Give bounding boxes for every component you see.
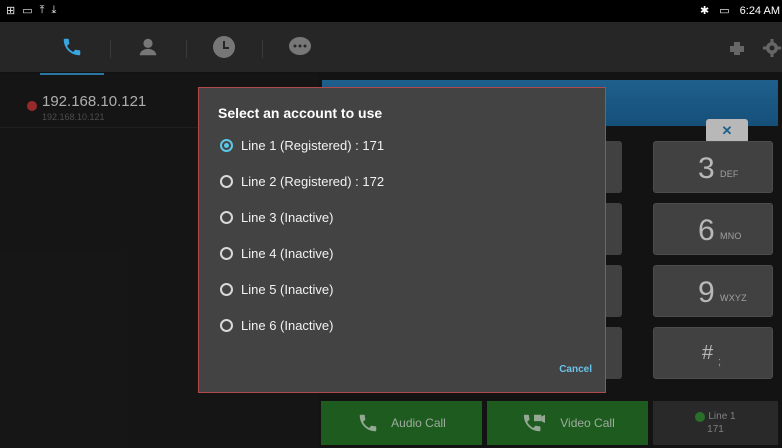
- cancel-button[interactable]: Cancel: [559, 364, 592, 375]
- chat-icon: [289, 37, 311, 55]
- radio-unchecked[interactable]: [220, 174, 233, 188]
- dialog-title: Select an account to use: [218, 105, 383, 121]
- tab-separator: [110, 40, 111, 58]
- tab-contacts[interactable]: [112, 22, 184, 72]
- account-option-line-5[interactable]: Line 5 (Inactive): [220, 279, 334, 299]
- upload-icon: ⤒: [39, 4, 45, 16]
- download-icon: ⤓: [51, 4, 57, 16]
- status-bar: ⊞ ▭ ⤒ ⤓ ✱ ▭ 6:24 AM: [0, 0, 782, 22]
- screenshot-icon: ▭: [22, 5, 33, 17]
- account-option-label: Line 6 (Inactive): [241, 317, 334, 333]
- account-option-line-1[interactable]: Line 1 (Registered) : 171: [220, 135, 384, 155]
- history-icon: [213, 36, 235, 58]
- account-option-label: Line 3 (Inactive): [241, 209, 334, 225]
- account-option-label: Line 2 (Registered) : 172: [241, 173, 385, 189]
- radio-unchecked[interactable]: [220, 210, 233, 224]
- account-option-line-4[interactable]: Line 4 (Inactive): [220, 243, 334, 263]
- usb-icon: ⊞: [6, 5, 16, 17]
- account-option-label: Line 5 (Inactive): [241, 281, 334, 297]
- status-left-icons: ⊞ ▭ ⤒ ⤓: [6, 4, 56, 17]
- tab-history[interactable]: [188, 22, 260, 72]
- tab-dialer[interactable]: [36, 22, 108, 75]
- radio-unchecked[interactable]: [220, 282, 233, 296]
- contacts-icon: [139, 38, 157, 56]
- dnd-icon[interactable]: [728, 39, 746, 57]
- radio-unchecked[interactable]: [220, 246, 233, 260]
- account-option-line-2[interactable]: Line 2 (Registered) : 172: [220, 171, 384, 191]
- status-time: 6:24 AM: [739, 4, 780, 17]
- bluetooth-icon: ✱: [700, 5, 710, 17]
- network-icon: ▭: [719, 5, 730, 17]
- account-option-label: Line 1 (Registered) : 171: [241, 137, 385, 153]
- tab-separator: [262, 40, 263, 58]
- tab-separator: [186, 40, 187, 58]
- phone-icon: [63, 38, 81, 56]
- account-option-label: Line 4 (Inactive): [241, 245, 334, 261]
- top-nav: [0, 22, 782, 75]
- status-right-icons: ✱ ▭ 6:24 AM: [700, 4, 780, 18]
- settings-icon[interactable]: [762, 38, 782, 58]
- radio-checked[interactable]: [220, 138, 233, 152]
- radio-unchecked[interactable]: [220, 318, 233, 332]
- account-option-line-3[interactable]: Line 3 (Inactive): [220, 207, 334, 227]
- account-option-line-6[interactable]: Line 6 (Inactive): [220, 315, 334, 335]
- account-select-dialog: Select an account to use Line 1 (Registe…: [198, 87, 606, 393]
- tab-messages[interactable]: [264, 22, 336, 72]
